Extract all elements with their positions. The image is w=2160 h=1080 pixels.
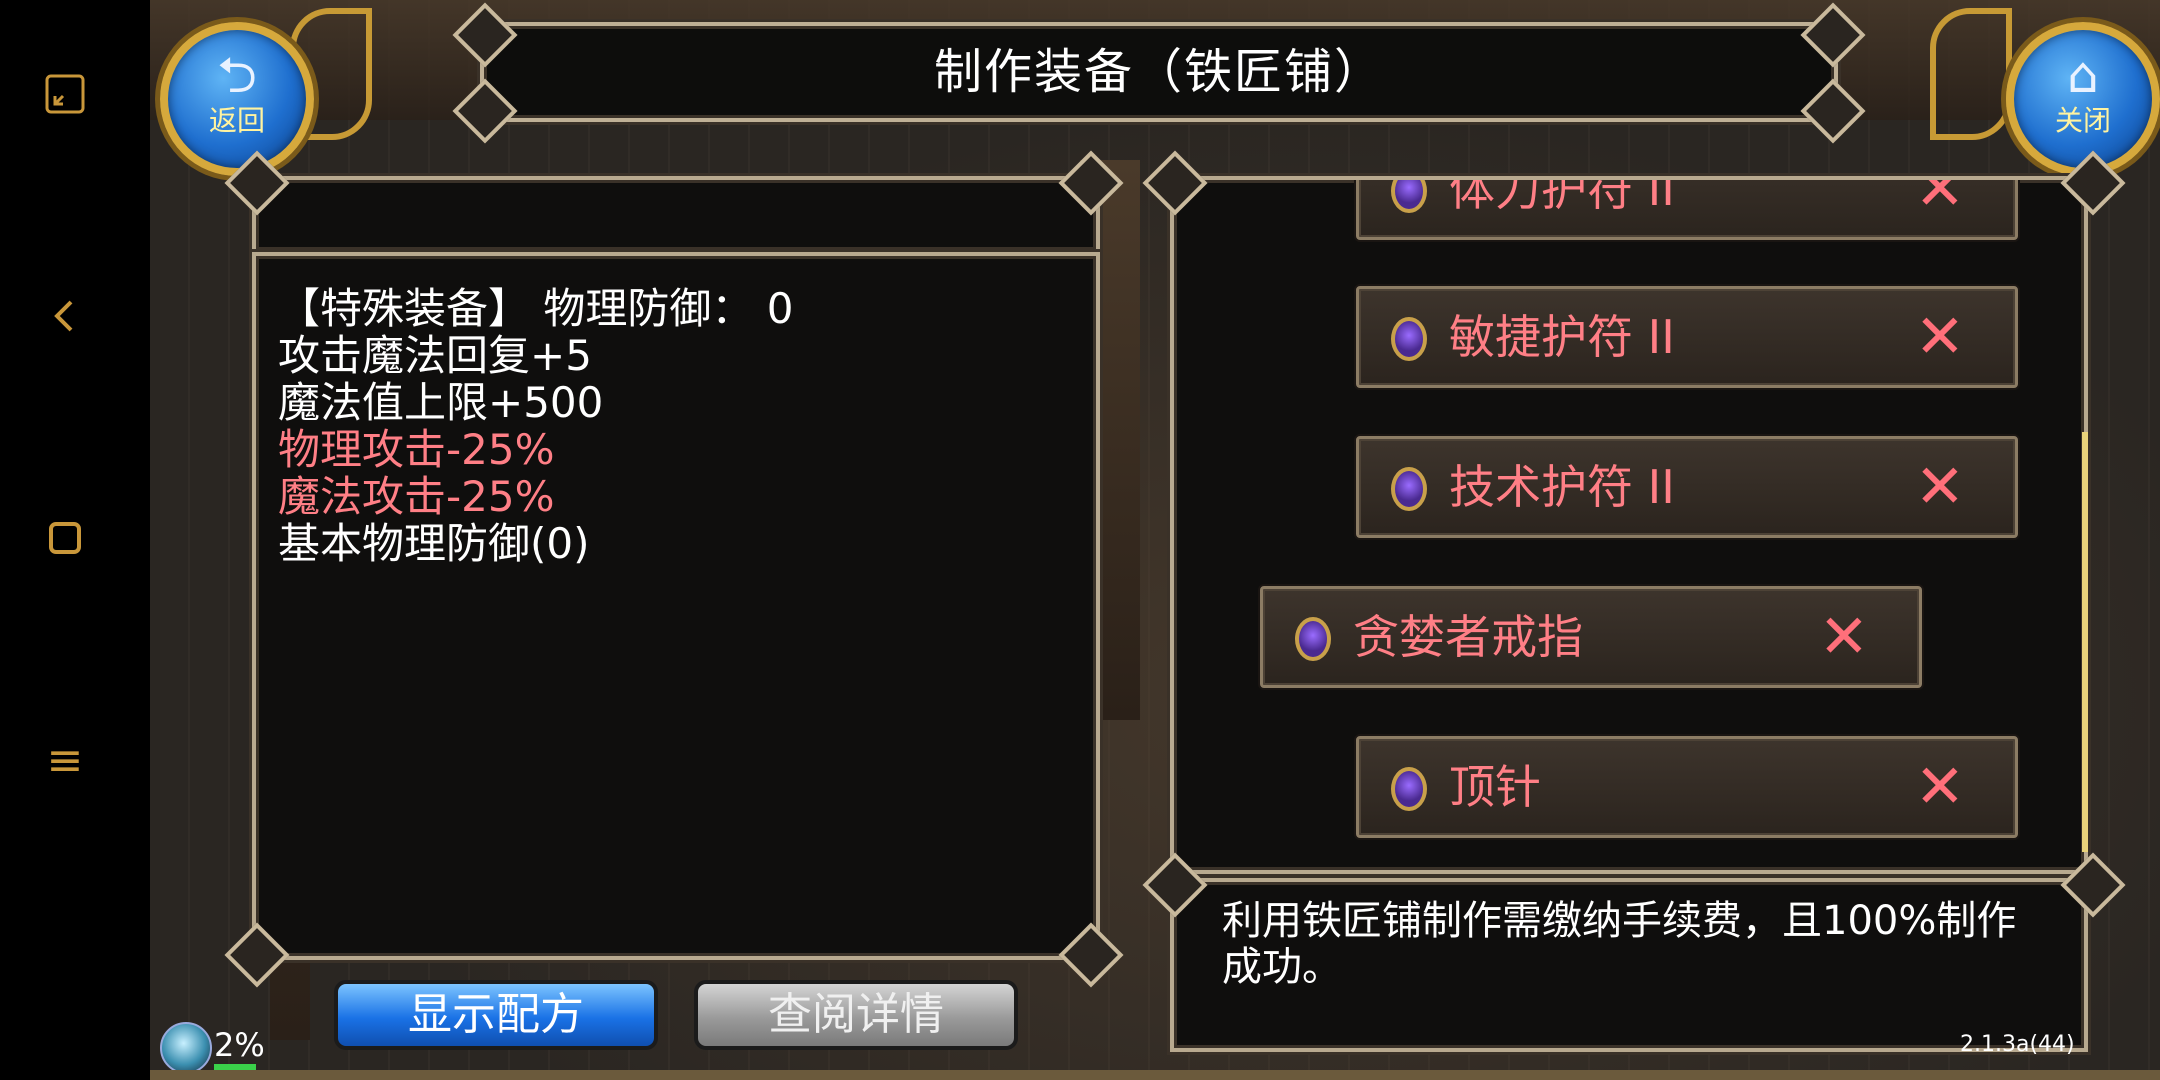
- ring-icon: [1391, 180, 1427, 213]
- fullscreen-icon[interactable]: [40, 70, 90, 120]
- unavailable-mark-icon: ✕: [1914, 752, 1965, 822]
- ring-icon: [1295, 617, 1331, 661]
- menu-icon[interactable]: ≡: [40, 736, 90, 786]
- recipe-item-selected[interactable]: 贪婪者戒指 ✕: [1260, 586, 1922, 688]
- stat-line-penalty: 魔法攻击-25%: [278, 472, 555, 521]
- unavailable-mark-icon: ✕: [1914, 302, 1965, 372]
- close-button-label: 关闭: [2054, 104, 2111, 137]
- recipe-name: 敏捷护符 II: [1449, 310, 1675, 364]
- system-navigation-bar: ≡: [0, 0, 150, 1080]
- back-button-label: 返回: [208, 104, 265, 137]
- item-stats: 【特殊装备】 物理防御： 0 攻击魔法回复+5 魔法值上限+500 物理攻击-2…: [278, 285, 793, 567]
- recipe-item[interactable]: 体力护符 II ✕: [1356, 176, 2018, 240]
- ring-icon: [1391, 317, 1427, 361]
- recipe-item[interactable]: 顶针 ✕: [1356, 736, 2018, 838]
- return-arrow-icon: ⮌: [216, 46, 258, 104]
- recipe-name: 顶针: [1449, 760, 1541, 814]
- ring-icon: [1391, 767, 1427, 811]
- recipe-item[interactable]: 敏捷护符 II ✕: [1356, 286, 2018, 388]
- stat-line: 魔法值上限+500: [278, 378, 604, 427]
- unavailable-mark-icon: ✕: [1914, 176, 1965, 224]
- house-icon: ⌂: [2067, 46, 2099, 104]
- recipe-list-panel[interactable]: 体力护符 II ✕ 敏捷护符 II ✕ 技术护符 II ✕ 贪婪者戒指 ✕ 顶针…: [1170, 176, 2088, 874]
- recipe-name: 贪婪者戒指: [1353, 610, 1583, 664]
- progress-orb-icon: [160, 1022, 212, 1074]
- recipe-name: 技术护符 II: [1449, 460, 1675, 514]
- version-label: 2.1.3a(44): [1960, 1032, 2075, 1057]
- stat-line: 基本物理防御(0): [278, 519, 590, 568]
- back-button[interactable]: ⮌ 返回: [160, 22, 314, 176]
- ornament: [1930, 8, 2012, 140]
- recipe-list-scrollbar[interactable]: [2082, 432, 2088, 852]
- bottom-strip: [150, 1070, 2160, 1080]
- home-icon[interactable]: [40, 514, 90, 564]
- show-recipe-button[interactable]: 显示配方: [334, 980, 658, 1050]
- close-button[interactable]: ⌂ 关闭: [2006, 22, 2160, 176]
- page-title: 制作装备（铁匠铺）: [480, 22, 1838, 122]
- stat-line: 【特殊装备】 物理防御： 0: [278, 284, 794, 333]
- recipe-item[interactable]: 技术护符 II ✕: [1356, 436, 2018, 538]
- stat-line: 攻击魔法回复+5: [278, 331, 592, 380]
- ring-icon: [1391, 467, 1427, 511]
- progress-percent: 2%: [214, 1026, 265, 1064]
- stat-line-penalty: 物理攻击-25%: [278, 425, 555, 474]
- recipe-name: 体力护符 II: [1449, 176, 1675, 216]
- unavailable-mark-icon: ✕: [1914, 452, 1965, 522]
- description-text: 利用铁匠铺制作需缴纳手续费，且100%制作成功。: [1222, 898, 2017, 990]
- unavailable-mark-icon: ✕: [1818, 602, 1869, 672]
- back-icon[interactable]: [40, 292, 90, 342]
- selected-item-slot: [252, 176, 1100, 254]
- view-details-button[interactable]: 查阅详情: [694, 980, 1018, 1050]
